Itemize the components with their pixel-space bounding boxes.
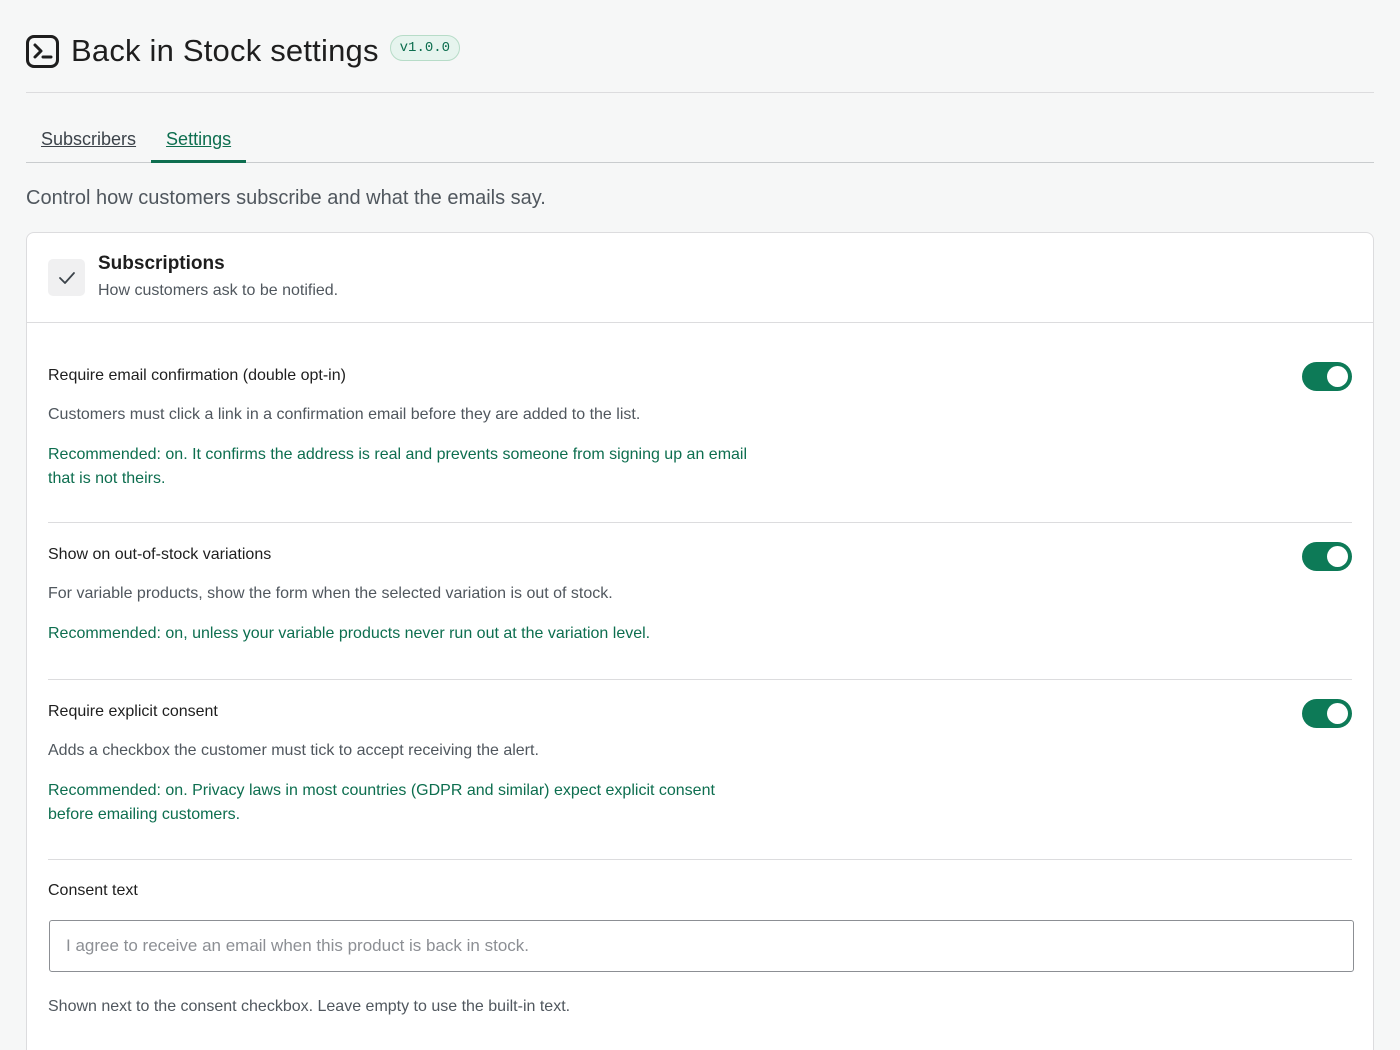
setting-description: Customers must click a link in a confirm… [48,406,641,423]
setting-recommendation: Recommended: on. Privacy laws in most co… [48,782,715,823]
card-body: Require email confirmation (double opt-i… [27,323,1373,1016]
card-header: Subscriptions How customers ask to be no… [27,233,1373,323]
page-title: Back in Stock settings [71,33,379,68]
setting-label: Show on out-of-stock variations [48,546,272,563]
setting-description: For variable products, show the form whe… [48,585,613,602]
subscriptions-card: Subscriptions How customers ask to be no… [26,232,1374,1050]
consent-text-field: Consent text Shown next to the consent c… [48,860,1354,1016]
settings-page: Back in Stock settings v1.0.0 Subscriber… [0,0,1400,1050]
consent-text-input[interactable] [49,920,1354,972]
tab-subscribers[interactable]: Subscribers [26,129,151,163]
setting-label: Require explicit consent [48,703,218,720]
card-heading: Subscriptions How customers ask to be no… [98,253,338,300]
setting-description: Adds a checkbox the customer must tick t… [48,742,539,759]
tab-bar: Subscribers Settings [26,93,1374,163]
double-opt-in-toggle[interactable] [1302,362,1352,391]
explicit-consent-toggle[interactable] [1302,699,1352,728]
consent-help-text: Shown next to the consent checkbox. Leav… [48,998,571,1015]
version-badge: v1.0.0 [389,35,461,61]
tab-settings[interactable]: Settings [151,129,247,163]
setting-recommendation: Recommended: on, unless your variable pr… [48,625,651,642]
card-subtitle: How customers ask to be notified. [98,282,339,299]
setting-label: Require email confirmation (double opt-i… [48,367,346,384]
card-title: Subscriptions [98,253,225,274]
consent-label: Consent text [48,882,138,899]
page-intro: Control how customers subscribe and what… [26,187,546,209]
setting-explicit-consent: Require explicit consent Adds a checkbox… [48,680,1352,860]
setting-recommendation: Recommended: on. It confirms the address… [48,446,748,487]
toggle-knob [1327,546,1348,567]
setting-out-of-stock-variations: Show on out-of-stock variations For vari… [48,523,1352,680]
toggle-knob [1327,703,1348,724]
checkmark-icon [48,259,85,296]
page-header: Back in Stock settings v1.0.0 [26,0,1374,93]
variations-toggle[interactable] [1302,542,1352,571]
setting-double-opt-in: Require email confirmation (double opt-i… [48,323,1352,523]
terminal-icon [26,34,59,68]
toggle-knob [1327,366,1348,387]
